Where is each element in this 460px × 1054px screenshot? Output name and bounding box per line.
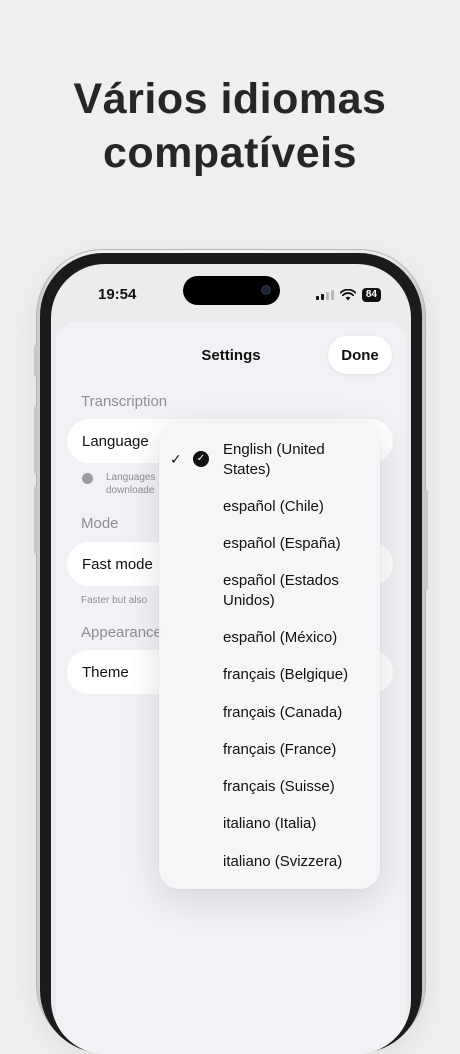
cellular-signal-icon [315, 290, 334, 300]
info-dot-icon [82, 473, 93, 484]
wifi-icon [339, 289, 356, 301]
phone-side-button [34, 345, 37, 377]
headline-line-2: compatíveis [102, 129, 358, 177]
headline: Vários idiomas compatíveis [0, 72, 460, 180]
theme-label: Theme [82, 664, 129, 681]
language-option[interactable]: español (Estados Unidos) [223, 571, 373, 611]
status-indicators: 84 [315, 288, 381, 302]
dynamic-island [183, 276, 280, 305]
section-mode: Mode [81, 515, 119, 532]
language-note-line-2: downloade [106, 485, 155, 496]
language-option[interactable]: español (Chile) [223, 497, 373, 517]
checkmark-icon: ✓ [170, 451, 182, 467]
language-option[interactable]: español (España) [223, 534, 373, 554]
language-note-line-1: Languages [106, 472, 156, 483]
language-note: Languages downloade [106, 471, 156, 497]
headline-line-1: Vários idiomas [73, 75, 387, 123]
checkmark-circle-icon: ✓ [193, 451, 209, 467]
phone-side-button [34, 405, 37, 475]
fast-mode-label: Fast mode [82, 556, 153, 573]
language-dropdown-menu: ✓ ✓ English (United States) español (Chi… [159, 422, 380, 889]
language-option[interactable]: français (Canada) [223, 703, 373, 723]
language-option[interactable]: français (Suisse) [223, 777, 373, 797]
section-transcription: Transcription [81, 393, 168, 410]
done-button[interactable]: Done [328, 336, 392, 374]
language-option[interactable]: français (Belgique) [223, 665, 373, 685]
language-option[interactable]: italiano (Svizzera) [223, 852, 373, 872]
battery-icon: 84 [361, 288, 381, 302]
front-camera-icon [261, 285, 271, 295]
status-time: 19:54 [98, 286, 137, 303]
phone-side-button [34, 485, 37, 555]
language-label: Language [82, 433, 149, 450]
language-option[interactable]: español (México) [223, 628, 373, 648]
language-option[interactable]: English (United States) [223, 440, 373, 480]
language-option[interactable]: français (France) [223, 740, 373, 760]
fast-mode-note: Faster but also [81, 595, 148, 606]
section-appearance: Appearance [81, 624, 162, 641]
language-option[interactable]: italiano (Italia) [223, 814, 373, 834]
phone-power-button [425, 490, 428, 590]
